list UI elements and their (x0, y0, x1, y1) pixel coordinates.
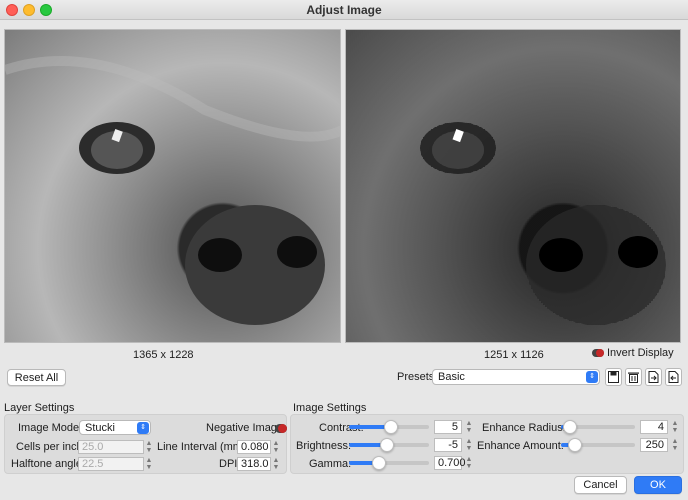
enhance-radius-stepper[interactable]: ▲ ▼ (671, 420, 679, 434)
line-interval-label: Line Interval (mm) (157, 441, 246, 453)
ok-button[interactable]: OK (634, 476, 682, 494)
invert-display-toggle[interactable] (592, 349, 604, 357)
enhance-radius-label: Enhance Radius: (482, 422, 566, 434)
contrast-slider-thumb[interactable] (384, 420, 398, 434)
export-preset-button[interactable] (665, 368, 682, 386)
presets-label: Presets (397, 371, 435, 383)
processed-image-dimensions: 1251 x 1126 (484, 349, 544, 361)
image-mode-value: Stucki (85, 421, 115, 434)
enhance-radius-slider[interactable] (561, 420, 635, 434)
negative-image-label: Negative Image (206, 422, 284, 434)
delete-preset-button[interactable] (625, 368, 642, 386)
gamma-stepper[interactable]: ▲ ▼ (465, 456, 473, 470)
enhance-amount-stepper[interactable]: ▲ ▼ (671, 438, 679, 452)
original-image-dimensions: 1365 x 1228 (133, 349, 194, 361)
enhance-radius-slider-thumb[interactable] (563, 420, 577, 434)
reset-all-button[interactable]: Reset All (7, 369, 66, 386)
chevron-updown-icon: ⇕ (137, 422, 149, 434)
import-file-icon (648, 371, 659, 383)
save-preset-button[interactable] (605, 368, 622, 386)
line-interval-field[interactable]: 0.080 (237, 440, 271, 454)
halftone-angle-stepper[interactable]: ▲ ▼ (145, 457, 153, 471)
brightness-label: Brightness: (296, 440, 352, 452)
halftone-angle-label: Halftone angle (11, 458, 82, 470)
trash-icon (628, 372, 639, 383)
invert-display-control[interactable]: Invert Display (592, 347, 674, 359)
presets-select-value: Basic (438, 371, 465, 383)
original-image-preview (4, 29, 341, 343)
enhance-amount-slider-thumb[interactable] (568, 438, 582, 452)
gamma-slider[interactable] (349, 456, 429, 470)
contrast-stepper[interactable]: ▲ ▼ (465, 420, 473, 434)
brightness-stepper[interactable]: ▲ ▼ (465, 438, 473, 452)
line-interval-stepper[interactable]: ▲ ▼ (272, 440, 280, 454)
halftone-angle-field[interactable]: 22.5 (78, 457, 144, 471)
enhance-amount-field[interactable]: 250 (640, 438, 668, 452)
dpi-field[interactable]: 318.0 (237, 457, 271, 471)
export-file-icon (668, 371, 679, 383)
enhance-radius-field[interactable]: 4 (640, 420, 668, 434)
image-settings-title: Image Settings (293, 402, 367, 414)
brightness-field[interactable]: -5 (434, 438, 462, 452)
import-preset-button[interactable] (645, 368, 662, 386)
contrast-slider[interactable] (349, 420, 429, 434)
cells-per-inch-stepper[interactable]: ▲ ▼ (145, 440, 153, 454)
cells-per-inch-field[interactable]: 25.0 (78, 440, 144, 454)
negative-image-toggle[interactable] (275, 424, 287, 433)
brightness-slider[interactable] (349, 438, 429, 452)
gamma-slider-thumb[interactable] (372, 456, 386, 470)
chevron-updown-icon: ⇕ (586, 371, 598, 383)
gamma-label: Gamma: (309, 458, 352, 470)
cells-per-inch-label: Cells per inch (16, 441, 83, 453)
contrast-field[interactable]: 5 (434, 420, 462, 434)
image-mode-select[interactable]: Stucki ⇕ (79, 420, 151, 435)
floppy-disk-icon (608, 371, 619, 383)
title-bar: Adjust Image (0, 0, 688, 20)
cancel-button[interactable]: Cancel (574, 476, 627, 494)
brightness-slider-thumb[interactable] (380, 438, 394, 452)
window-title: Adjust Image (306, 3, 382, 17)
gamma-field[interactable]: 0.700 (434, 456, 466, 470)
invert-display-label: Invert Display (607, 347, 674, 359)
layer-settings-title: Layer Settings (4, 402, 75, 414)
enhance-amount-slider[interactable] (561, 438, 635, 452)
processed-image-preview (345, 29, 681, 343)
enhance-amount-label: Enhance Amount: (477, 440, 564, 452)
presets-select[interactable]: Basic ⇕ (432, 369, 600, 385)
image-mode-label: Image Mode: (18, 422, 83, 434)
dpi-label: DPI (219, 458, 238, 470)
dpi-stepper[interactable]: ▲ ▼ (272, 457, 280, 471)
